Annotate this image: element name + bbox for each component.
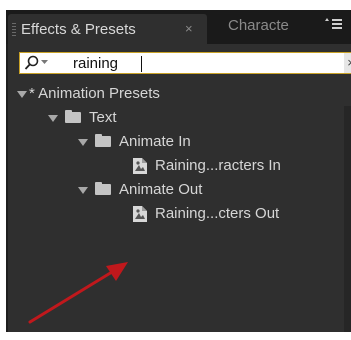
annotation-arrow bbox=[28, 262, 128, 324]
